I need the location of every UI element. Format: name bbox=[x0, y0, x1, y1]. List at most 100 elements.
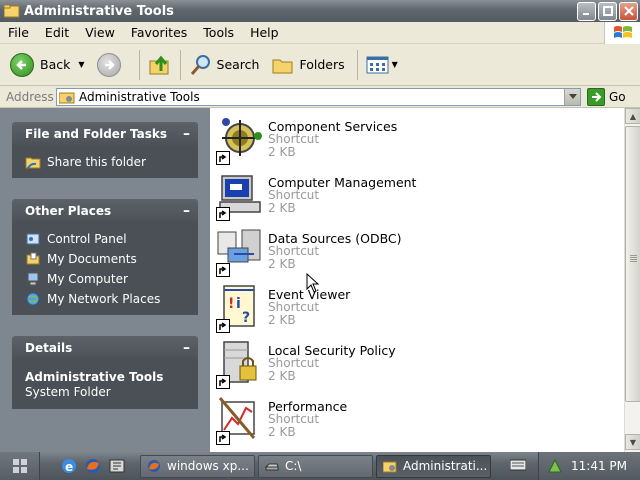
address-label: Address bbox=[6, 89, 54, 104]
start-grid-icon bbox=[12, 459, 27, 473]
forward-button[interactable] bbox=[93, 48, 125, 82]
collapse-icon[interactable]: – bbox=[183, 340, 190, 356]
start-button[interactable] bbox=[0, 452, 40, 480]
file-list: Component Services Shortcut 2 KB Compute… bbox=[210, 108, 624, 452]
folders-label: Folders bbox=[299, 57, 345, 72]
menu-tools[interactable]: Tools bbox=[195, 25, 242, 40]
back-dropdown-icon[interactable]: ▼ bbox=[78, 60, 84, 69]
task-label: Administrati... bbox=[403, 459, 488, 473]
my-computer-link[interactable]: My Computer bbox=[12, 269, 198, 289]
svg-text:i: i bbox=[236, 296, 241, 312]
close-button[interactable] bbox=[619, 1, 638, 21]
list-item-data-sources[interactable]: Data Sources (ODBC) Shortcut 2 KB bbox=[214, 222, 614, 278]
toolbar: Back ▼ Search Folders ▼ bbox=[0, 44, 640, 86]
svg-text:e: e bbox=[65, 460, 73, 474]
svg-text:?: ? bbox=[242, 310, 250, 326]
menu-view[interactable]: View bbox=[77, 25, 123, 40]
panel-title: File and Folder Tasks bbox=[25, 127, 168, 141]
list-item-local-security-policy[interactable]: Local Security Policy Shortcut 2 KB bbox=[214, 334, 614, 390]
menu-favorites[interactable]: Favorites bbox=[123, 25, 195, 40]
folders-icon bbox=[272, 59, 293, 73]
minimize-button[interactable] bbox=[577, 1, 596, 21]
item-size: 2 KB bbox=[268, 425, 296, 439]
task-cmd[interactable]: C:\ bbox=[258, 454, 373, 478]
windows-logo-icon bbox=[604, 22, 640, 44]
firefox-icon[interactable] bbox=[84, 457, 102, 475]
network-tray-icon[interactable] bbox=[547, 458, 563, 474]
grip-icon bbox=[630, 255, 637, 263]
window-title: Administrative Tools bbox=[24, 3, 174, 19]
share-folder-link[interactable]: Share this folder bbox=[12, 152, 198, 172]
task-label: windows xp... bbox=[167, 459, 249, 473]
control-panel-link[interactable]: Control Panel bbox=[12, 229, 198, 249]
link-label: My Documents bbox=[47, 252, 137, 266]
menu-bar: File Edit View Favorites Tools Help bbox=[0, 22, 640, 44]
toolbar-separator bbox=[179, 49, 181, 80]
item-type: Shortcut bbox=[268, 132, 320, 146]
up-button[interactable] bbox=[144, 48, 176, 82]
link-label: My Computer bbox=[47, 272, 128, 286]
address-dropdown-button[interactable] bbox=[564, 89, 580, 105]
keyboard-icon[interactable] bbox=[510, 459, 526, 471]
ie-icon[interactable]: e bbox=[60, 457, 78, 475]
system-tray: 11:41 PM bbox=[538, 452, 640, 480]
back-arrow-icon bbox=[10, 52, 34, 77]
details-header[interactable]: Details – bbox=[12, 336, 198, 360]
back-button[interactable]: Back ▼ bbox=[6, 48, 89, 82]
search-button[interactable]: Search bbox=[185, 48, 264, 82]
file-folder-tasks-header[interactable]: File and Folder Tasks – bbox=[12, 122, 198, 146]
menu-help[interactable]: Help bbox=[242, 25, 287, 40]
shortcut-arrow-icon bbox=[216, 263, 230, 277]
svg-text:!: ! bbox=[228, 296, 234, 312]
panel-title: Other Places bbox=[25, 204, 112, 218]
task-pane: File and Folder Tasks – Share this folde… bbox=[0, 108, 210, 452]
clock[interactable]: 11:41 PM bbox=[571, 459, 627, 473]
scroll-up-button[interactable]: ▲ bbox=[625, 108, 640, 124]
go-button[interactable]: Go bbox=[587, 88, 626, 106]
title-bar: Administrative Tools bbox=[0, 0, 640, 22]
close-icon bbox=[623, 6, 634, 16]
link-label: Share this folder bbox=[47, 155, 146, 169]
menu-file[interactable]: File bbox=[0, 25, 37, 40]
views-dropdown-icon: ▼ bbox=[391, 60, 398, 69]
vertical-scrollbar[interactable]: ▲ ▼ bbox=[624, 108, 640, 452]
folder-up-icon bbox=[149, 55, 169, 74]
list-item-event-viewer[interactable]: ! i ? Event Viewer Shortcut 2 KB bbox=[214, 278, 614, 334]
folders-button[interactable]: Folders bbox=[267, 48, 348, 82]
task-buttons: windows xp... C:\ Administrati... bbox=[140, 454, 494, 478]
other-places-header[interactable]: Other Places – bbox=[12, 199, 198, 223]
shortcut-arrow-icon bbox=[216, 431, 230, 445]
mouse-cursor-icon bbox=[306, 273, 320, 293]
list-item-computer-management[interactable]: Computer Management Shortcut 2 KB bbox=[214, 166, 614, 222]
scroll-down-button[interactable]: ▼ bbox=[625, 434, 640, 450]
list-item-component-services[interactable]: Component Services Shortcut 2 KB bbox=[214, 110, 614, 166]
search-icon bbox=[190, 54, 210, 75]
address-input[interactable]: Administrative Tools bbox=[56, 88, 581, 106]
link-label: My Network Places bbox=[47, 292, 161, 306]
my-network-places-link[interactable]: My Network Places bbox=[12, 289, 198, 309]
details-name: Administrative Tools bbox=[25, 370, 164, 384]
quick-launch: e bbox=[60, 457, 132, 475]
views-button[interactable]: ▼ bbox=[362, 48, 402, 82]
link-label: Control Panel bbox=[47, 232, 127, 246]
task-firefox[interactable]: windows xp... bbox=[140, 454, 255, 478]
network-places-icon bbox=[25, 291, 41, 307]
drive-icon bbox=[265, 463, 279, 471]
panel-title: Details bbox=[25, 341, 73, 355]
folder-gear-icon bbox=[4, 4, 20, 18]
scroll-thumb[interactable] bbox=[625, 126, 640, 402]
my-documents-link[interactable]: My Documents bbox=[12, 249, 198, 269]
firefox-icon bbox=[148, 460, 160, 472]
go-arrow-icon bbox=[587, 88, 605, 106]
maximize-button[interactable] bbox=[598, 1, 617, 21]
item-type: Shortcut bbox=[268, 244, 320, 258]
task-administrative-tools[interactable]: Administrati... bbox=[376, 454, 491, 478]
collapse-icon[interactable]: – bbox=[183, 203, 190, 219]
app-icon[interactable] bbox=[108, 457, 126, 475]
menu-edit[interactable]: Edit bbox=[37, 25, 77, 40]
folder-gear-icon bbox=[383, 461, 397, 473]
list-item-performance[interactable]: Performance Shortcut 2 KB bbox=[214, 390, 614, 446]
search-label: Search bbox=[216, 57, 260, 72]
collapse-icon[interactable]: – bbox=[183, 126, 190, 142]
item-type: Shortcut bbox=[268, 300, 320, 314]
